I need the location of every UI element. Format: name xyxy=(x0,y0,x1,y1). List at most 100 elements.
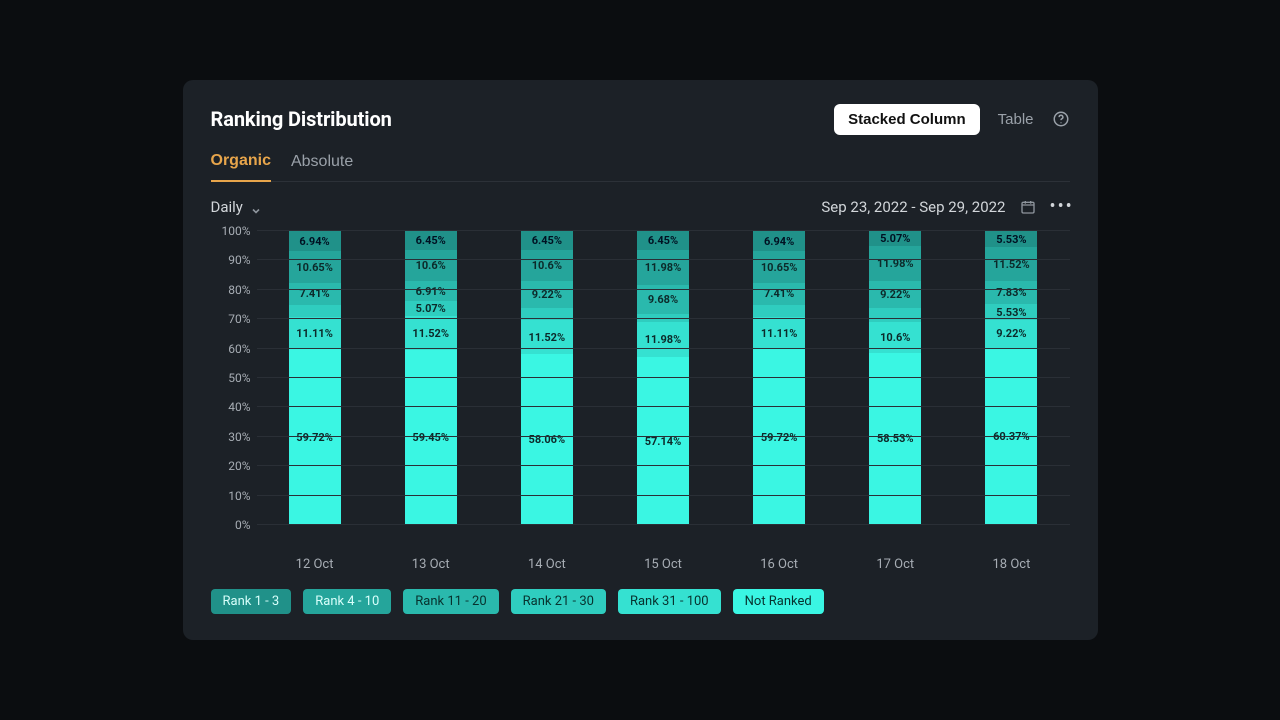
bar-segment: 11.98% xyxy=(869,246,921,281)
calendar-icon[interactable] xyxy=(1020,199,1036,215)
card-header: Ranking Distribution Stacked Column Tabl… xyxy=(211,100,1070,138)
bar-segment: 5.07% xyxy=(869,231,921,246)
bar-segment: 11.52% xyxy=(405,316,457,350)
y-tick-label: 100% xyxy=(221,224,250,238)
y-tick-label: 90% xyxy=(228,253,250,267)
bar-segment: 11.52% xyxy=(985,247,1037,281)
bar-segment: 9.22% xyxy=(521,281,573,308)
grid-line xyxy=(257,377,1070,378)
y-tick-label: 30% xyxy=(228,430,250,444)
bar-segment: 7.41% xyxy=(289,283,341,305)
ranking-card: Ranking Distribution Stacked Column Tabl… xyxy=(183,80,1098,640)
grid-line xyxy=(257,289,1070,290)
y-tick-label: 20% xyxy=(228,459,250,473)
grid-line xyxy=(257,230,1070,231)
date-range-label: Sep 23, 2022 - Sep 29, 2022 xyxy=(821,198,1005,216)
legend-item[interactable]: Rank 31 - 100 xyxy=(618,589,721,614)
y-tick-label: 10% xyxy=(228,489,250,503)
x-tick-label: 17 Oct xyxy=(869,557,921,572)
bar-segment: 58.53% xyxy=(869,353,921,525)
grid-line xyxy=(257,348,1070,349)
help-icon[interactable] xyxy=(1052,110,1070,128)
bars-container: 59.72%11.11%7.41%10.65%6.94%59.45%11.52%… xyxy=(257,231,1070,525)
grid-line xyxy=(257,259,1070,260)
bar-column[interactable]: 59.72%11.11% 7.41%10.65%6.94% xyxy=(753,231,805,525)
grid-line xyxy=(257,465,1070,466)
y-tick-label: 50% xyxy=(228,371,250,385)
toolbar-right: Sep 23, 2022 - Sep 29, 2022 ••• xyxy=(821,196,1069,217)
bar-column[interactable]: 57.14%11.98%9.68%11.98%6.45% xyxy=(637,231,689,525)
chart-plot: 59.72%11.11%7.41%10.65%6.94%59.45%11.52%… xyxy=(257,231,1070,525)
y-tick-label: 60% xyxy=(228,342,250,356)
chart-area: 0%10%20%30%40%50%60%70%80%90%100% 59.72%… xyxy=(211,231,1070,551)
bar-segment: 11.98% xyxy=(637,322,689,357)
bar-segment: 11.11% xyxy=(289,317,341,350)
x-tick-label: 18 Oct xyxy=(985,557,1037,572)
bar-segment: 6.91% xyxy=(405,281,457,301)
bar-segment: 10.6% xyxy=(405,250,457,281)
bar-segment: 5.53% xyxy=(985,231,1037,247)
bar-segment: 7.83% xyxy=(985,281,1037,304)
tab-organic[interactable]: Organic xyxy=(211,152,271,182)
legend-item[interactable]: Rank 21 - 30 xyxy=(511,589,606,614)
bar-segment: 6.45% xyxy=(405,231,457,250)
bar-segment: 10.65% xyxy=(753,251,805,282)
chart-toolbar: Daily Sep 23, 2022 - Sep 29, 2022 ••• xyxy=(211,196,1070,217)
bar-segment: 5.07% xyxy=(405,301,457,316)
tab-absolute[interactable]: Absolute xyxy=(291,152,353,181)
y-axis: 0%10%20%30%40%50%60%70%80%90%100% xyxy=(211,231,257,525)
bar-segment: 7.41% xyxy=(753,283,805,305)
legend: Rank 1 - 3 Rank 4 - 10 Rank 11 - 20 Rank 21… xyxy=(211,589,1070,614)
bar-segment: 58.06% xyxy=(521,354,573,525)
bar-segment: 6.94% xyxy=(753,231,805,251)
legend-item[interactable]: Rank 11 - 20 xyxy=(403,589,498,614)
bar-segment: 59.72% xyxy=(753,349,805,525)
x-tick-label: 15 Oct xyxy=(637,557,689,572)
bar-column[interactable]: 58.53%10.6%9.22%11.98%5.07% xyxy=(869,231,921,525)
y-tick-label: 40% xyxy=(228,400,250,414)
card-title: Ranking Distribution xyxy=(211,107,392,131)
x-tick-label: 14 Oct xyxy=(521,557,573,572)
bar-column[interactable]: 59.45%11.52%5.07%6.91%10.6%6.45% xyxy=(405,231,457,525)
frequency-select[interactable]: Daily xyxy=(211,198,261,216)
x-tick-label: 16 Oct xyxy=(753,557,805,572)
bar-segment: 11.11% xyxy=(753,317,805,350)
grid-line xyxy=(257,495,1070,496)
bar-segment: 57.14% xyxy=(637,357,689,525)
bar-segment: 9.22% xyxy=(985,320,1037,347)
bar-segment: 9.22% xyxy=(869,281,921,308)
x-tick-label: 12 Oct xyxy=(289,557,341,572)
x-axis: 12 Oct13 Oct14 Oct15 Oct16 Oct17 Oct18 O… xyxy=(257,551,1070,577)
y-tick-label: 0% xyxy=(235,518,251,532)
bar-segment xyxy=(753,305,805,317)
more-options-icon[interactable]: ••• xyxy=(1050,196,1070,217)
view-switch-group: Stacked Column Table xyxy=(834,104,1069,135)
y-tick-label: 70% xyxy=(228,312,250,326)
bar-column[interactable]: 58.06%11.52% 9.22%10.6%6.45% xyxy=(521,231,573,525)
view-stacked-column-button[interactable]: Stacked Column xyxy=(834,104,980,135)
bar-column[interactable]: 59.72%11.11% 7.41%10.65%6.94% xyxy=(289,231,341,525)
legend-item[interactable]: Not Ranked xyxy=(733,589,824,614)
grid-line xyxy=(257,406,1070,407)
view-table-button[interactable]: Table xyxy=(998,111,1034,128)
grid-line xyxy=(257,318,1070,319)
bar-segment: 59.72% xyxy=(289,349,341,525)
chevron-down-icon xyxy=(251,202,261,212)
legend-item[interactable]: Rank 1 - 3 xyxy=(211,589,292,614)
frequency-label: Daily xyxy=(211,198,243,216)
bar-segment: 6.94% xyxy=(289,231,341,251)
bar-segment: 11.52% xyxy=(521,320,573,354)
bar-segment: 10.6% xyxy=(521,250,573,281)
bar-column[interactable]: 60.37%9.22%5.53%7.83%11.52%5.53% xyxy=(985,231,1037,525)
legend-item[interactable]: Rank 4 - 10 xyxy=(303,589,391,614)
y-tick-label: 80% xyxy=(228,283,250,297)
bar-segment xyxy=(289,305,341,317)
bar-segment xyxy=(869,308,921,322)
grid-line xyxy=(257,524,1070,525)
bar-segment: 6.45% xyxy=(637,231,689,250)
metric-tabs: Organic Absolute xyxy=(211,152,1070,182)
bar-segment: 6.45% xyxy=(521,231,573,250)
bar-segment: 11.98% xyxy=(637,250,689,285)
bar-segment: 10.65% xyxy=(289,251,341,282)
grid-line xyxy=(257,436,1070,437)
